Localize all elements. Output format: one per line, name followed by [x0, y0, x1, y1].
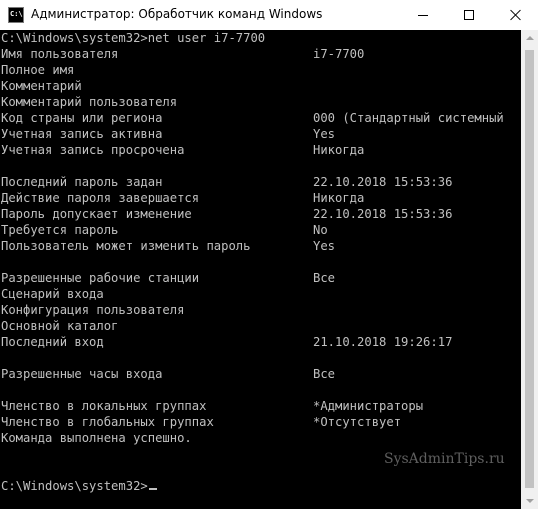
output-line: Комментарий	[0, 78, 521, 94]
output-line: Команда выполнена успешно.	[0, 430, 521, 446]
output-line: Разрешенные часы входа Все	[0, 366, 521, 382]
field-label: Код страны или региона	[1, 111, 163, 125]
output-line: Конфигурация пользователя	[0, 302, 521, 318]
field-label: Имя пользователя	[1, 47, 119, 61]
output-line: Требуется пароль No	[0, 222, 521, 238]
output-rows: Имя пользователя i7-7700 Полное имя Коммент…	[0, 46, 521, 478]
scrollbar-thumb[interactable]	[525, 50, 534, 488]
command-line: C:\Windows\system32>net user i7-7700	[0, 30, 521, 46]
field-label: Последний пароль задан	[1, 175, 163, 189]
close-button[interactable]	[492, 0, 538, 30]
output-line: Учетная запись просрочена Никогда	[0, 142, 521, 158]
field-value: Yes	[313, 239, 336, 253]
field-value: 21.10.2018 19:26:17	[313, 335, 453, 349]
output-line: Пользователь может изменить пароль Yes	[0, 238, 521, 254]
field-label: Учетная запись просрочена	[1, 143, 185, 157]
scroll-down-arrow-icon[interactable]	[521, 492, 538, 509]
output-line: Код страны или региона 000 (Стандартный с…	[0, 110, 521, 126]
cmd-icon[interactable]: C:\.	[8, 7, 27, 23]
output-line: Разрешенные рабочие станции Все	[0, 270, 521, 286]
field-label: Конфигурация пользователя	[1, 303, 185, 317]
watermark: SysAdminTips.ru	[384, 451, 505, 467]
field-label: Требуется пароль	[1, 223, 119, 237]
prompt-text: C:\Windows\system32>	[1, 478, 157, 494]
output-line: Членство в глобальных группах *Отсутствуе…	[0, 414, 521, 430]
field-label: Комментарий пользователя	[1, 95, 178, 109]
field-label: Действие пароля завершается	[1, 191, 200, 205]
field-value: *Администраторы	[313, 399, 424, 413]
field-value: *Отсутствует	[313, 415, 402, 429]
field-label: Комментарий	[1, 79, 82, 93]
cmd-icon-text: C:\.	[10, 10, 27, 18]
maximize-button[interactable]	[446, 0, 492, 30]
field-value: Никогда	[313, 191, 365, 205]
field-value: Все	[313, 271, 336, 285]
scroll-up-arrow-icon[interactable]	[521, 30, 538, 47]
output-line: Действие пароля завершается Никогда	[0, 190, 521, 206]
field-label: Членство в локальных группах	[1, 399, 207, 413]
field-label: Разрешенные рабочие станции	[1, 271, 200, 285]
output-line: Последний вход 21.10.2018 19:26:17	[0, 334, 521, 350]
field-label: Пользователь может изменить пароль	[1, 239, 251, 253]
field-value: Все	[313, 367, 336, 381]
output-line: Сценарий входа	[0, 286, 521, 302]
minimize-icon	[418, 15, 428, 16]
field-value: 22.10.2018 15:53:36	[313, 207, 453, 221]
output-line: Основной каталог	[0, 318, 521, 334]
output-line: Пароль допускает изменение 22.10.2018 15:…	[0, 206, 521, 222]
field-label: Членство в глобальных группах	[1, 415, 214, 429]
output-line: Учетная запись активна Yes	[0, 126, 521, 142]
field-value: 000 (Стандартный системный	[313, 111, 504, 125]
field-value: i7-7700	[313, 47, 365, 61]
maximize-icon	[464, 10, 474, 20]
field-value: Yes	[313, 127, 336, 141]
field-label: Учетная запись активна	[1, 127, 163, 141]
output-line: Полное имя	[0, 62, 521, 78]
field-label: Пароль допускает изменение	[1, 207, 192, 221]
minimize-button[interactable]	[400, 0, 446, 30]
output-line: Комментарий пользователя	[0, 94, 521, 110]
console-output[interactable]: C:\Windows\system32>net user i7-7700 Имя…	[0, 30, 521, 509]
prompt-line[interactable]: C:\Windows\system32>	[0, 478, 521, 494]
close-icon	[510, 9, 521, 20]
field-label: Полное имя	[1, 63, 75, 77]
text-cursor	[148, 488, 157, 490]
field-label: Сценарий входа	[1, 287, 104, 301]
prompt-path: C:\Windows\system32>	[1, 479, 148, 493]
field-label: Основной каталог	[1, 319, 119, 333]
field-value: 22.10.2018 15:53:36	[313, 175, 453, 189]
window-title: Администратор: Обработчик команд Windows	[31, 7, 323, 21]
output-line: Имя пользователя i7-7700	[0, 46, 521, 62]
field-label: Команда выполнена успешно.	[1, 431, 192, 445]
field-label: Разрешенные часы входа	[1, 367, 163, 381]
cmd-window: C:\. Администратор: Обработчик команд Wi…	[0, 0, 538, 509]
field-label: Последний вход	[1, 335, 104, 349]
title-bar[interactable]: C:\. Администратор: Обработчик команд Wi…	[0, 0, 538, 30]
output-line: Членство в локальных группах *Администрат…	[0, 398, 521, 414]
vertical-scrollbar[interactable]	[521, 30, 538, 509]
field-value: Никогда	[313, 143, 365, 157]
field-value: No	[313, 223, 328, 237]
command-text: C:\Windows\system32>net user i7-7700	[1, 31, 266, 45]
output-line: Последний пароль задан 22.10.2018 15:53:3…	[0, 174, 521, 190]
